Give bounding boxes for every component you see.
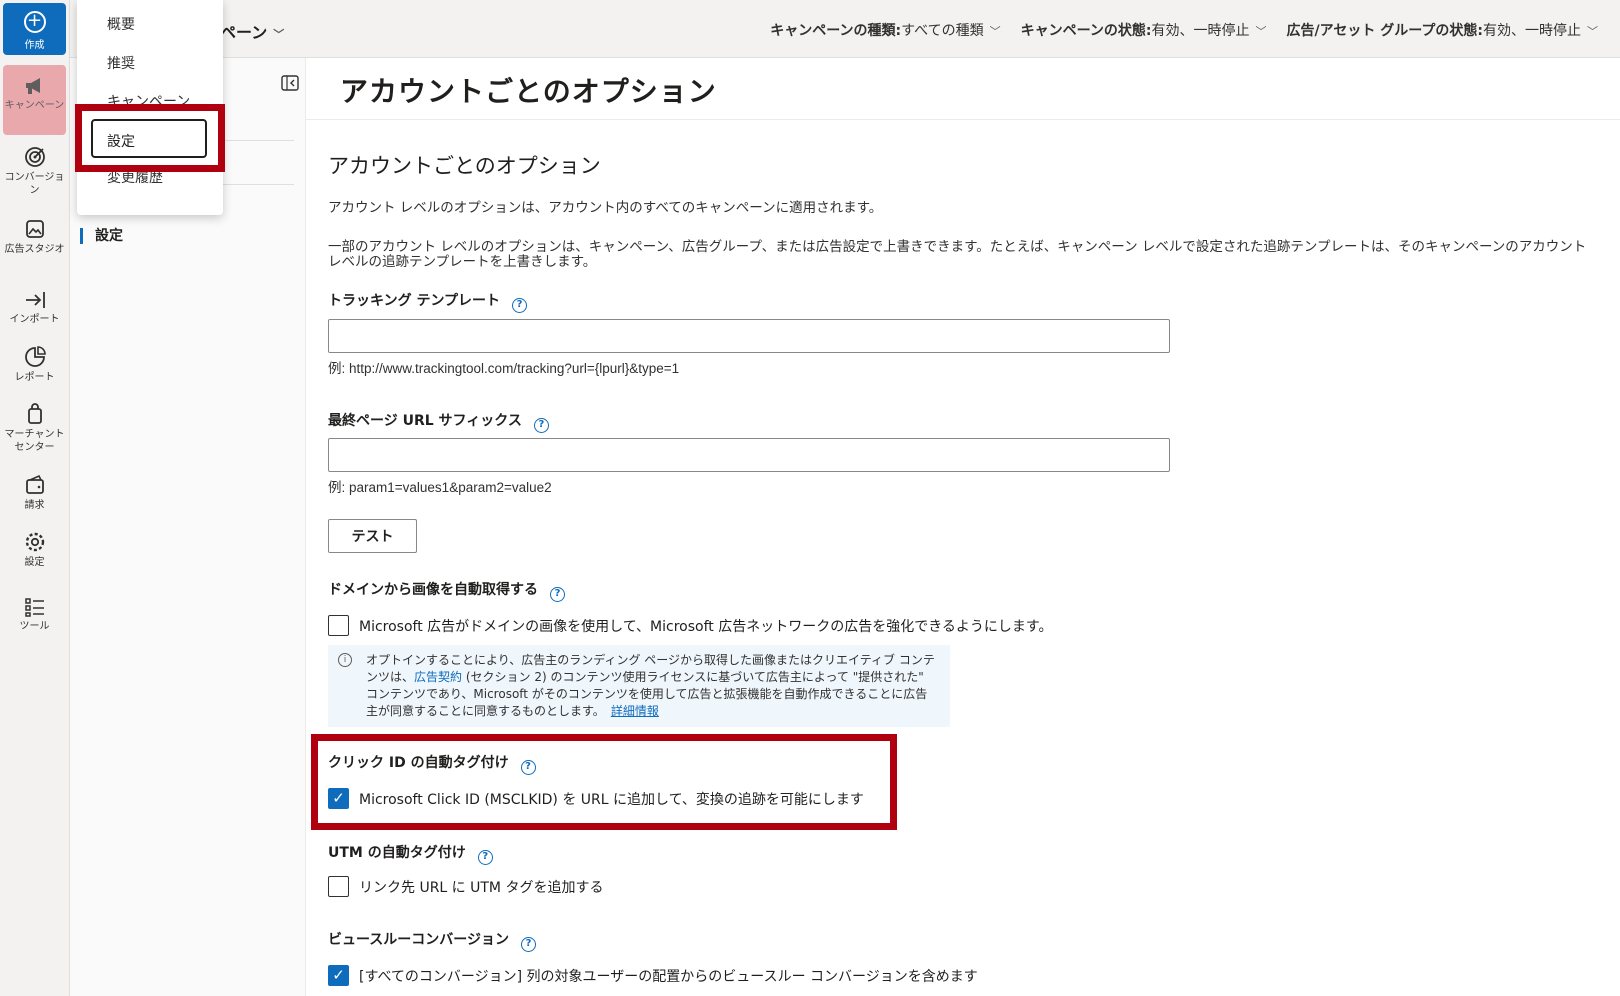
wallet-icon <box>25 474 44 494</box>
image-edit-icon <box>25 220 44 238</box>
rail-item-merchant-center[interactable]: マーチャント センター <box>3 402 66 454</box>
target-icon <box>24 147 45 167</box>
page-title: アカウントごとのオプション <box>340 75 717 108</box>
chevron-down-icon: ﹀ <box>989 25 1001 38</box>
plus-icon: + <box>23 11 46 33</box>
create-button[interactable]: + 作成 <box>3 3 66 55</box>
rail-item-settings[interactable]: 設定 <box>3 530 66 569</box>
rail-item-tools[interactable]: ツール <box>3 596 66 633</box>
filter-adgroup-status[interactable]: 広告/アセット グループの状態:有効、一時停止 ﹀ <box>1287 20 1598 40</box>
breadcrumb-label: ペーン <box>220 23 268 42</box>
view-through-label: ビュースルーコンバージョン? <box>328 929 537 952</box>
rail-item-reports[interactable]: レポート <box>3 345 66 384</box>
subnav-item-settings[interactable]: 設定 <box>80 228 123 244</box>
label-text: ドメインから画像を自動取得する <box>328 582 538 598</box>
chevron-down-icon: ﹀ <box>1587 25 1598 38</box>
rail-item-label: ツール <box>19 621 50 632</box>
final-url-suffix-label: 最終ページ URL サフィックス? <box>328 410 549 433</box>
rail-item-campaigns[interactable]: キャンペーン <box>3 65 66 135</box>
rail-item-ad-studio[interactable]: 広告スタジオ <box>3 217 66 256</box>
help-icon[interactable]: ? <box>533 418 549 433</box>
final-url-suffix-input[interactable] <box>328 438 1170 472</box>
highlight-box-menu <box>75 104 225 172</box>
rail-item-label: 設定 <box>24 557 45 568</box>
rail-item-label: マーチャント センター <box>4 429 65 453</box>
section-title: アカウントごとのオプション <box>328 154 601 178</box>
tracking-template-input[interactable] <box>328 319 1170 353</box>
final-url-suffix-hint: 例: param1=values1&param2=value2 <box>328 480 552 495</box>
label-text: トラッキング テンプレート <box>328 293 501 309</box>
top-bar: ペーン ﹀ キャンペーンの種類:すべての種類 ﹀ キャンペーンの状態:有効、一時停止… <box>70 0 1620 58</box>
domain-images-checkbox[interactable] <box>328 615 349 636</box>
create-label: 作成 <box>24 40 45 51</box>
breadcrumb[interactable]: ペーン ﹀ <box>220 19 284 43</box>
ad-agreement-link[interactable]: 広告契約 <box>414 670 462 684</box>
label-text: UTM の自動タグ付け <box>328 845 466 861</box>
utm-option: リンク先 URL に UTM タグを追加する <box>328 876 603 897</box>
import-icon <box>25 292 45 308</box>
filter-campaign-type[interactable]: キャンペーンの種類:すべての種類 ﹀ <box>770 20 1000 40</box>
info-text: オプトインすることにより、広告主のランディング ページから取得した画像またはクリ… <box>366 652 936 720</box>
gear-icon <box>25 532 44 552</box>
checkbox-label: リンク先 URL に UTM タグを追加する <box>359 879 604 896</box>
filter-value: すべての種類 <box>901 23 984 39</box>
view-through-checkbox[interactable]: ✓ <box>328 965 349 986</box>
highlight-box-click-id <box>311 734 897 830</box>
domain-images-option: Microsoft 広告がドメインの画像を使用して、Microsoft 広告ネッ… <box>328 615 1053 636</box>
learn-more-link[interactable]: 詳細情報 <box>611 704 659 718</box>
utm-checkbox[interactable] <box>328 876 349 897</box>
checkbox-label: [すべてのコンバージョン] 列の対象ユーザーの配置からのビュースルー コンバージ… <box>359 968 978 985</box>
info-icon: i <box>338 653 352 667</box>
checkbox-label: Microsoft 広告がドメインの画像を使用して、Microsoft 広告ネッ… <box>359 618 1053 635</box>
rail-item-label: 請求 <box>24 500 45 511</box>
rail-item-conversions[interactable]: コンバージョン <box>3 145 66 197</box>
help-icon[interactable]: ? <box>550 587 565 602</box>
chevron-down-icon: ﹀ <box>273 28 285 41</box>
rail-item-label: キャンペーン <box>4 100 65 111</box>
label-text: 最終ページ URL サフィックス <box>328 413 522 429</box>
menu-item-recommendations[interactable]: 推奨 <box>107 53 135 73</box>
rail-item-billing[interactable]: 請求 <box>3 473 66 512</box>
filter-value: 有効、一時停止 <box>1151 23 1250 39</box>
shopping-bag-icon <box>27 403 42 424</box>
filter-key: キャンペーンの種類: <box>770 23 902 39</box>
help-icon[interactable]: ? <box>477 850 493 865</box>
filter-bar: キャンペーンの種類:すべての種類 ﹀ キャンペーンの状態:有効、一時停止 ﹀ 広告/… <box>770 20 1598 40</box>
description-text: 一部のアカウント レベルのオプションは、キャンペーン、広告グループ、または広告設… <box>328 239 1587 270</box>
left-rail: + 作成 キャンペーン コンバージョン 広告スタジオ インポート レポート マー… <box>0 0 70 996</box>
filter-key: キャンペーンの状態: <box>1020 23 1152 39</box>
chevron-down-icon: ﹀ <box>1255 25 1267 38</box>
test-button[interactable]: テスト <box>328 519 417 553</box>
tracking-template-label: トラッキング テンプレート? <box>328 290 528 313</box>
view-through-option: ✓ [すべてのコンバージョン] 列の対象ユーザーの配置からのビュースルー コンバ… <box>328 965 978 986</box>
help-icon[interactable]: ? <box>521 937 537 952</box>
list-icon <box>24 598 44 617</box>
utm-label: UTM の自動タグ付け? <box>328 842 493 865</box>
rail-item-label: コンバージョン <box>4 172 65 196</box>
collapse-panel-icon[interactable] <box>281 75 299 91</box>
filter-campaign-status[interactable]: キャンペーンの状態:有効、一時停止 ﹀ <box>1021 20 1267 40</box>
rail-item-label: レポート <box>14 372 55 383</box>
tracking-template-hint: 例: http://www.trackingtool.com/tracking?… <box>328 361 680 376</box>
domain-images-label: ドメインから画像を自動取得する? <box>328 579 565 602</box>
megaphone-icon <box>25 78 40 94</box>
filter-value: 有効、一時停止 <box>1483 23 1581 39</box>
rail-item-label: 広告スタジオ <box>4 244 65 255</box>
menu-item-overview[interactable]: 概要 <box>107 14 135 34</box>
description-text: アカウント レベルのオプションは、アカウント内のすべてのキャンペーンに適用されま… <box>328 200 883 216</box>
rail-item-label: インポート <box>9 314 60 325</box>
label-text: ビュースルーコンバージョン <box>328 932 510 948</box>
info-box: i オプトインすることにより、広告主のランディング ページから取得した画像または… <box>328 645 950 727</box>
filter-key: 広告/アセット グループの状態: <box>1286 23 1483 39</box>
divider <box>306 119 1620 120</box>
help-icon[interactable]: ? <box>512 298 528 313</box>
report-chart-icon <box>24 346 46 367</box>
rail-item-import[interactable]: インポート <box>3 289 66 326</box>
